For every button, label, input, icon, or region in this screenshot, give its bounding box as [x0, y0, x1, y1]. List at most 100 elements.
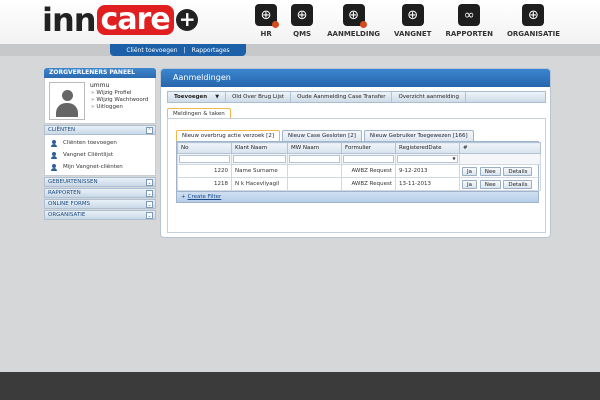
filter-mw-naam-input[interactable]	[289, 155, 340, 163]
collapse-icon[interactable]: ⌃	[146, 127, 153, 134]
cell-actions: Ja Nee Details	[459, 164, 541, 178]
globe-icon: ⊕	[401, 4, 424, 26]
chain-icon: ∞	[458, 4, 481, 26]
avatar	[49, 82, 85, 120]
topnav-vangnet[interactable]: ⊕ VANGNET	[394, 4, 431, 38]
expand-icon[interactable]: ⌄	[146, 201, 153, 208]
cell-mw-naam	[287, 177, 342, 191]
chevron-down-icon: ▼	[452, 156, 456, 161]
sidebar-section-online-forms[interactable]: ONLINE FORMS ⌄	[44, 199, 156, 209]
cell-formulier: AWBZ Request	[341, 177, 396, 191]
ja-button[interactable]: Ja	[462, 166, 477, 176]
sidebar-item-vangnet-clientlijst[interactable]: Vangnet Cliëntlijst	[45, 149, 155, 161]
filter-date-select[interactable]: ▼	[397, 155, 458, 163]
details-button[interactable]: Details	[503, 179, 533, 189]
column-header-formulier[interactable]: Formulier	[341, 142, 396, 154]
globe-icon: ⊕	[255, 4, 280, 28]
meldingen-tabs: Nieuw overbrug actie verzoek [2] Nieuw C…	[176, 130, 476, 141]
sub-navigation-tab: Cliënt toevoegen | Rapportages	[110, 44, 246, 56]
cell-no: 1218	[177, 177, 232, 191]
sidebar-section-gebeurtenissen[interactable]: GEBEURTENISSEN ⌄	[44, 177, 156, 187]
plus-icon: +	[181, 194, 186, 200]
cell-registered-date: 13-11-2013	[395, 177, 460, 191]
page-title: Aanmeldingen	[161, 69, 550, 87]
notification-badge	[359, 21, 367, 28]
wijzig-profiel-link[interactable]: Wijzig Profiel	[91, 90, 148, 96]
uitloggen-link[interactable]: Uitloggen	[91, 104, 148, 110]
column-header-registered-date[interactable]: RegisteredDate	[395, 142, 460, 154]
users-icon	[51, 163, 58, 171]
grid-footer: + Create Filter	[177, 191, 538, 202]
dropdown-caret-icon: ▼	[215, 94, 220, 100]
top-navigation: ⊕ HR ⊕ QMS ⊕ AANMELDING ⊕ VANGNET ∞ RAPP…	[241, 4, 560, 38]
globe-icon: ⊕	[342, 4, 367, 28]
footer-bar	[0, 372, 600, 400]
sidebar-item-clienten-toevoegen[interactable]: Cliënten toevoegen	[45, 137, 155, 149]
ja-button[interactable]: Ja	[462, 179, 477, 189]
column-header-actions: #	[459, 142, 541, 154]
cell-registered-date: 9-12-2013	[395, 164, 460, 178]
notification-badge	[272, 21, 280, 28]
rapportages-link[interactable]: Rapportages	[189, 47, 233, 54]
subnav-separator: |	[183, 46, 186, 54]
inncare-logo[interactable]: inn care +	[42, 1, 198, 39]
nee-button[interactable]: Nee	[479, 179, 501, 189]
users-icon	[51, 151, 58, 159]
overzicht-aanmelding-button[interactable]: Overzicht aanmelding	[392, 92, 467, 102]
topnav-rapporten[interactable]: ∞ RAPPORTEN	[445, 4, 493, 38]
oude-aanmelding-case-transfer-button[interactable]: Oude Aanmelding Case Transfer	[291, 92, 393, 102]
clienten-menu: Cliënten toevoegen Vangnet Cliëntlijst M…	[44, 135, 156, 176]
nee-button[interactable]: Nee	[479, 166, 501, 176]
filter-klant-naam-input[interactable]	[233, 155, 286, 163]
filter-no-input[interactable]	[179, 155, 230, 163]
globe-icon: ⊕	[291, 4, 314, 26]
username: ummu	[90, 82, 110, 89]
old-over-brug-lijst-button[interactable]: Old Over Brug Lijst	[226, 92, 292, 102]
topnav-organisatie[interactable]: ⊕ ORGANISATIE	[507, 4, 560, 38]
wijzig-wachtwoord-link[interactable]: Wijzig Wachtwoord	[91, 97, 148, 103]
cell-formulier: AWBZ Request	[341, 164, 396, 178]
profile-box: ummu Wijzig Profiel Wijzig Wachtwoord Ui…	[44, 78, 156, 124]
aanmeldingen-grid: No Klant Naam MW Naam Formulier Register…	[176, 141, 541, 203]
client-toevoegen-link[interactable]: Cliënt toevoegen	[123, 47, 180, 54]
sidebar-section-rapporten[interactable]: RAPPORTEN ⌄	[44, 188, 156, 198]
main-panel: Aanmeldingen Toevoegen ▼ Old Over Brug Li…	[160, 68, 551, 238]
details-button[interactable]: Details	[503, 166, 533, 176]
sidebar-item-mijn-vangnet-clienten[interactable]: Mijn Vangnet-cliënten	[45, 161, 155, 173]
topnav-aanmelding[interactable]: ⊕ AANMELDING	[327, 4, 380, 38]
filter-row: ▼	[177, 153, 541, 165]
cell-klant-naam: N k Hacevliyagil	[231, 177, 288, 191]
expand-icon[interactable]: ⌄	[146, 179, 153, 186]
tab-nieuw-case-gesloten[interactable]: Nieuw Case Gesloten [2]	[281, 130, 362, 141]
tab-nieuw-gebruiker-toegewezen[interactable]: Nieuw Gebruiker Toegewezen [166]	[363, 130, 474, 141]
cell-mw-naam	[287, 164, 342, 178]
create-filter-link[interactable]: Create Filter	[188, 194, 222, 200]
sidebar-title: ZORGVERLENERS PANEEL	[44, 68, 156, 78]
expand-icon[interactable]: ⌄	[146, 212, 153, 219]
globe-icon: ⊕	[522, 4, 545, 26]
sidebar-section-organisatie[interactable]: ORGANISATIE ⌄	[44, 210, 156, 220]
table-row: 1218 N k Hacevliyagil AWBZ Request 13-11…	[177, 177, 541, 191]
tab-nieuw-overbrug-actie-verzoek[interactable]: Nieuw overbrug actie verzoek [2]	[176, 130, 280, 141]
topnav-hr[interactable]: ⊕ HR	[255, 4, 280, 38]
avatar-head-icon	[62, 90, 73, 101]
column-header-no[interactable]: No	[177, 142, 232, 154]
user-icon	[51, 139, 58, 147]
sidebar-section-clienten[interactable]: CLIËNTEN ⌃	[44, 125, 156, 135]
cell-no: 1220	[177, 164, 232, 178]
profile-links: Wijzig Profiel Wijzig Wachtwoord Uitlogg…	[91, 90, 148, 111]
meldingen-content: Nieuw overbrug actie verzoek [2] Nieuw C…	[167, 118, 546, 233]
expand-icon[interactable]: ⌄	[146, 190, 153, 197]
column-header-mw-naam[interactable]: MW Naam	[287, 142, 342, 154]
cell-klant-naam: Name Surname	[231, 164, 288, 178]
table-row: 1220 Name Surname AWBZ Request 9-12-2013…	[177, 164, 541, 178]
toevoegen-menu[interactable]: Toevoegen ▼	[168, 92, 227, 102]
avatar-body-icon	[56, 103, 78, 117]
filter-formulier-input[interactable]	[343, 155, 394, 163]
toolbar: Toevoegen ▼ Old Over Brug Lijst Oude Aanm…	[167, 91, 546, 103]
cell-actions: Ja Nee Details	[459, 177, 541, 191]
column-header-klant-naam[interactable]: Klant Naam	[231, 142, 288, 154]
sub-navigation-bar	[0, 44, 600, 56]
topnav-qms[interactable]: ⊕ QMS	[291, 4, 314, 38]
sidebar: ZORGVERLENERS PANEEL ummu Wijzig Profiel…	[44, 68, 156, 220]
